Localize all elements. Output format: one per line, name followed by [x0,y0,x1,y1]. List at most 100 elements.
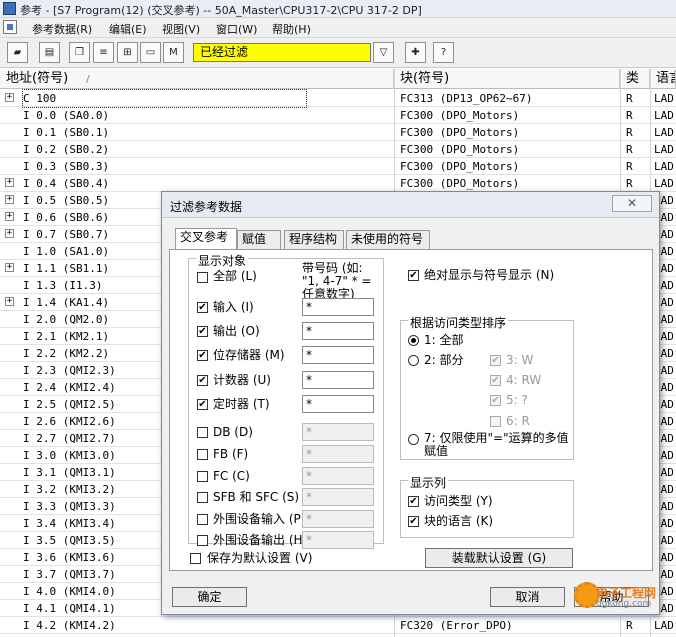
tab-program-structure[interactable]: 程序结构 [284,230,344,249]
structure-icon[interactable]: ⊞ [117,42,138,63]
object-label: 定时器 (T) [213,397,270,411]
column-address[interactable]: 地址(符号) / [0,69,394,89]
expand-icon[interactable]: + [5,229,14,238]
save-default-checkbox[interactable] [190,553,201,564]
ok-button[interactable]: 确定 [172,587,247,607]
expand-icon[interactable]: + [5,178,14,187]
menu-help[interactable]: 帮助(H) [272,21,311,37]
menu-view[interactable]: 视图(V) [162,21,200,37]
object-checkbox[interactable] [197,514,208,525]
address-cell: I 2.0 (QM2.0) [23,313,110,326]
toolbar: ▰ ▤ ❐ ≡ ⊞ ▭ M 已经过滤 ▽ ✚ ? [0,38,676,68]
type-cell: R [626,126,633,139]
help-icon[interactable]: ? [433,42,454,63]
expand-icon[interactable]: + [5,263,14,272]
object-label: FC (C) [213,469,250,483]
address-cell: I 1.0 (SA1.0) [23,245,110,258]
object-checkbox[interactable]: ✔ [197,350,208,361]
table-row[interactable]: I 0.2 (SB0.2) FC300 (DPO_Motors) R LAD [0,141,676,158]
table-row[interactable]: I 0.1 (SB0.1) FC300 (DPO_Motors) R LAD [0,124,676,141]
address-cell: I 3.2 (KMI3.2) [23,483,116,496]
copy-icon[interactable]: ❐ [69,42,90,63]
absolute-symbol-checkbox[interactable]: ✔ [408,270,419,281]
address-cell: I 3.4 (KMI3.4) [23,517,116,530]
radio-all[interactable] [408,335,419,346]
m-icon[interactable]: M [163,42,184,63]
access-type-label: 访问类型 (Y) [424,494,493,508]
tab-cross-reference[interactable]: 交叉参考 [175,228,237,250]
menu-window[interactable]: 窗口(W) [216,21,257,37]
language-cell: LAD [654,143,674,156]
column-block[interactable]: 块(符号) [394,69,620,89]
address-cell: I 2.7 (QMI2.7) [23,432,116,445]
radio-multi-value-label: 7: 仅限使用"="运算的多值赋值 [424,431,569,458]
object-checkbox[interactable] [197,535,208,546]
object-number-input: * [302,445,374,463]
object-checkbox[interactable]: ✔ [197,375,208,386]
cancel-button[interactable]: 取消 [490,587,565,607]
object-checkbox[interactable]: ✔ [197,399,208,410]
object-checkbox[interactable] [197,492,208,503]
load-default-button[interactable]: 装载默认设置 (G) [425,548,573,568]
access-sub-checkbox: ✔ [490,395,501,406]
column-type[interactable]: 类 [620,69,650,89]
object-checkbox[interactable] [197,427,208,438]
list-icon[interactable]: ≡ [93,42,114,63]
radio-partial[interactable] [408,355,419,366]
object-checkbox[interactable]: ✔ [197,302,208,313]
object-number-input[interactable]: * [302,395,374,413]
access-sort-label: 根据访问类型排序 [408,314,509,331]
object-checkbox[interactable]: ✔ [197,326,208,337]
expand-icon[interactable]: + [5,212,14,221]
print-icon[interactable]: ▤ [39,42,60,63]
access-sub-checkbox: ✔ [490,355,501,366]
type-cell: R [626,143,633,156]
open-icon[interactable]: ▰ [7,42,28,63]
absolute-symbol-label: 绝对显示与符号显示 (N) [424,268,555,282]
access-sub-label: 4: RW [506,373,542,387]
tab-pane: 显示对象 全部 (L) 带号码 (如: "1, 4-7" * = 任意数字) ✔… [169,249,653,571]
object-checkbox[interactable] [197,471,208,482]
access-sub-label: 5: ? [506,393,528,407]
all-checkbox[interactable] [197,272,208,283]
address-cell: I 4.2 (KMI4.2) [23,619,116,632]
document-icon[interactable] [3,20,17,34]
new-icon[interactable]: ✚ [405,42,426,63]
table-row[interactable]: + I 0.4 (SB0.4) FC300 (DPO_Motors) R LAD [0,175,676,192]
unused-icon[interactable]: ▭ [140,42,161,63]
display-objects-label: 显示对象 [196,252,249,269]
object-number-input[interactable]: * [302,298,374,316]
object-label: FB (F) [213,447,249,461]
language-cell: LAD [654,126,674,139]
expand-icon[interactable]: + [5,93,14,102]
filter-dialog: 过滤参考数据 ✕ 交叉参考 赋值 程序结构 未使用的符号 显示对象 全部 (L)… [161,191,660,615]
block-cell: FC313 (DP13_OP62~67) [400,92,533,105]
access-type-checkbox[interactable]: ✔ [408,496,419,507]
menu-reference-data[interactable]: 参考数据(R) [32,21,92,37]
object-number-input[interactable]: * [302,371,374,389]
block-language-checkbox[interactable]: ✔ [408,516,419,527]
object-number-input: * [302,423,374,441]
address-cell: I 2.2 (KM2.2) [23,347,110,360]
menu-edit[interactable]: 编辑(E) [109,21,147,37]
radio-partial-label: 2: 部分 [424,353,464,367]
table-row[interactable]: + C 100 FC313 (DP13_OP62~67) R LAD [0,89,676,108]
column-language[interactable]: 语言 [650,69,676,89]
expand-icon[interactable]: + [5,297,14,306]
object-checkbox[interactable] [197,449,208,460]
object-number-input[interactable]: * [302,346,374,364]
object-number-input[interactable]: * [302,322,374,340]
filter-icon[interactable]: ▽ [373,42,394,63]
address-cell: I 0.4 (SB0.4) [23,177,110,190]
tab-unused-symbols[interactable]: 未使用的符号 [346,230,430,249]
table-row[interactable]: I 4.2 (KMI4.2) FC320 (Error_DPO) R LAD [0,617,676,634]
close-icon[interactable]: ✕ [612,195,652,212]
table-row[interactable]: I 0.0 (SA0.0) FC300 (DPO_Motors) R LAD [0,107,676,124]
object-number-input: * [302,531,374,549]
address-cell: I 0.7 (SB0.7) [23,228,110,241]
expand-icon[interactable]: + [5,195,14,204]
table-row[interactable]: I 0.3 (SB0.3) FC300 (DPO_Motors) R LAD [0,158,676,175]
radio-multi-value[interactable] [408,434,419,445]
object-number-input: * [302,488,374,506]
tab-assignment[interactable]: 赋值 [237,230,281,249]
